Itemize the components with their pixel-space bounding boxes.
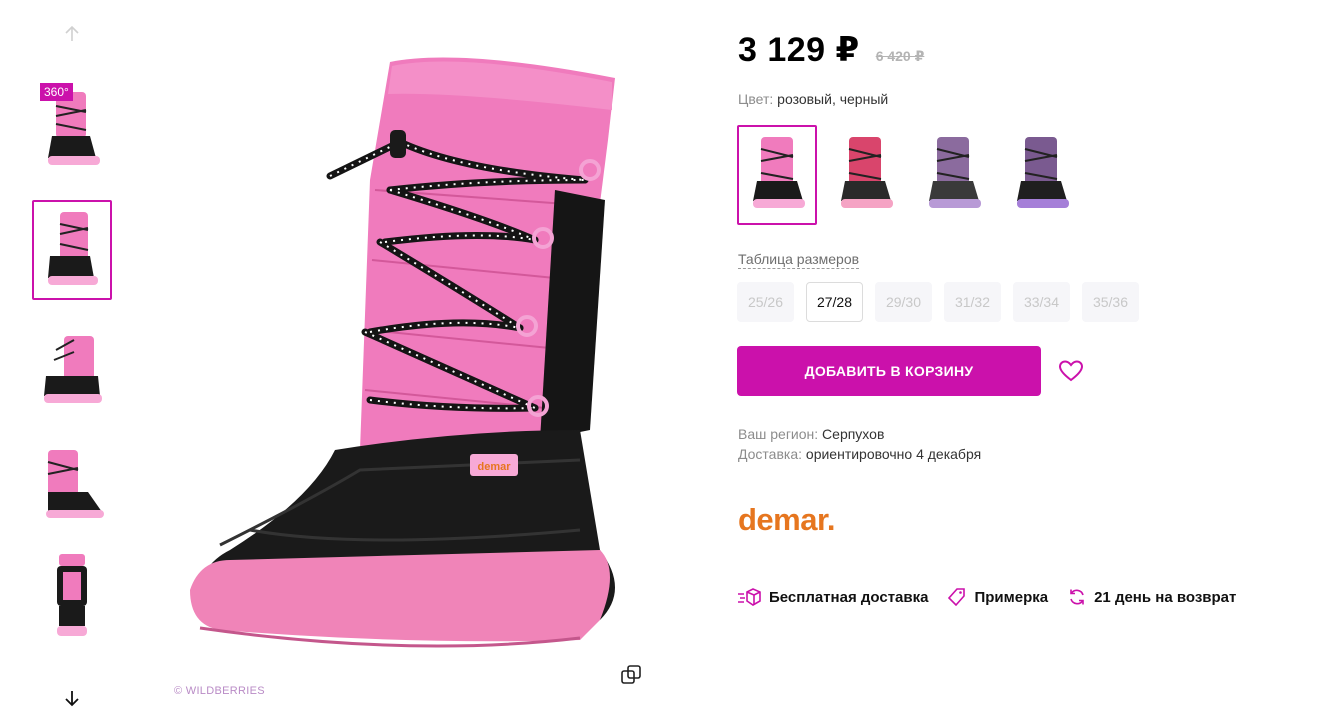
delivery-info: Доставка: ориентировочно 4 декабря — [738, 446, 981, 462]
size-option-selected[interactable]: 27/28 — [806, 282, 863, 322]
thumbnail-image[interactable] — [32, 546, 112, 646]
boot-variant-icon — [841, 137, 893, 208]
svg-text:demar: demar — [477, 461, 511, 473]
size-option[interactable]: 35/36 — [1082, 282, 1139, 322]
feature-label: 21 день на возврат — [1094, 588, 1237, 606]
favorite-heart-icon[interactable] — [1058, 359, 1084, 383]
add-to-cart-button[interactable]: ДОБАВИТЬ В КОРЗИНУ — [737, 346, 1041, 396]
watermark: © WILDBERRIES — [174, 685, 265, 697]
boot-thumbnail-icon — [44, 336, 102, 403]
size-selector: 25/26 27/28 29/30 31/32 33/34 35/36 — [737, 282, 1139, 322]
feature-fitting: Примерка — [948, 588, 1048, 606]
size-option[interactable]: 31/32 — [944, 282, 1001, 322]
feature-label: Бесплатная доставка — [769, 588, 929, 606]
boot-image: demar — [190, 57, 615, 648]
boot-thumbnail-icon — [57, 554, 87, 636]
color-variants — [737, 125, 1081, 225]
boot-thumbnail-icon — [46, 450, 104, 518]
thumbnail-image[interactable]: 360° — [32, 80, 112, 180]
size-option[interactable]: 29/30 — [875, 282, 932, 322]
thumbnail-gallery: 360° — [30, 0, 114, 726]
thumbnail-image[interactable] — [32, 200, 112, 300]
features-row: Бесплатная доставка Примерка 21 день на … — [737, 588, 1236, 606]
size-option[interactable]: 25/26 — [737, 282, 794, 322]
feature-return: 21 день на возврат — [1068, 588, 1236, 606]
thumbnail-image[interactable] — [32, 320, 112, 420]
delivery-value: ориентировочно 4 декабря — [805, 446, 982, 462]
variant-grey-purple[interactable] — [913, 125, 993, 225]
delivery-box-icon — [738, 588, 761, 606]
boot-variant-icon — [753, 137, 805, 208]
size-table-link[interactable]: Таблица размеров — [738, 251, 860, 269]
thumbnail-image[interactable] — [32, 434, 112, 534]
main-product-image[interactable]: demar — [160, 30, 660, 710]
variant-red-black[interactable] — [825, 125, 905, 225]
scroll-up-arrow-icon[interactable] — [58, 20, 86, 48]
delivery-label: Доставка: — [738, 446, 803, 462]
brand-logo[interactable]: demar. — [738, 502, 835, 538]
current-price: 3 129 ₽ — [738, 31, 860, 69]
variant-purple-black[interactable] — [1001, 125, 1081, 225]
variant-pink-black[interactable] — [737, 125, 817, 225]
badge-360: 360° — [40, 83, 73, 101]
region-info: Ваш регион: Серпухов — [738, 426, 884, 442]
tag-icon — [948, 588, 966, 606]
region-value: Серпухов — [822, 426, 885, 442]
scroll-down-arrow-icon[interactable] — [58, 684, 86, 712]
size-option[interactable]: 33/34 — [1013, 282, 1070, 322]
price-block: 3 129 ₽ 6 420 ₽ — [738, 30, 924, 70]
boot-variant-icon — [929, 137, 981, 208]
return-arrows-icon — [1070, 589, 1084, 605]
boot-thumbnail-icon — [48, 212, 98, 285]
feature-label: Примерка — [974, 588, 1049, 606]
zoom-copy-icon[interactable] — [620, 664, 642, 686]
region-label: Ваш регион: — [738, 426, 819, 442]
color-label: Цвет: — [738, 91, 774, 107]
color-value: розовый, черный — [777, 91, 889, 107]
boot-variant-icon — [1017, 137, 1069, 208]
old-price: 6 420 ₽ — [875, 48, 925, 64]
feature-free-delivery: Бесплатная доставка — [737, 588, 928, 606]
color-info: Цвет: розовый, черный — [738, 91, 888, 107]
